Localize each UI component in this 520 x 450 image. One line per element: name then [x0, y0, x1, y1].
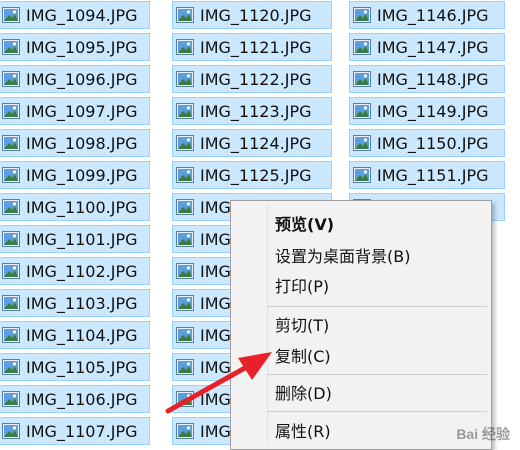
watermark-text: Bai 经验	[456, 426, 510, 442]
watermark: Bai 经验	[456, 424, 510, 444]
annotation-arrow	[165, 352, 272, 414]
